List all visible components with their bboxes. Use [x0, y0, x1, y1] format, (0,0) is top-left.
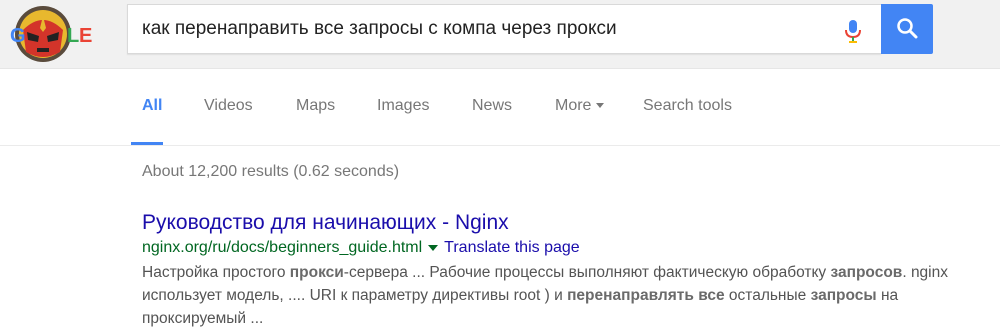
snippet-highlight: перенаправлять все	[567, 287, 725, 304]
tab-videos[interactable]: Videos	[204, 97, 253, 115]
search-input[interactable]	[142, 5, 822, 53]
snippet-highlight: запросы	[810, 287, 877, 304]
tab-search-tools[interactable]: Search tools	[643, 97, 732, 115]
search-nav-tabs: All Videos Maps Images News More Search …	[0, 69, 1000, 146]
search-result: Руководство для начинающих - Nginx nginx…	[142, 210, 962, 330]
result-url: nginx.org/ru/docs/beginners_guide.html	[142, 239, 423, 256]
tab-more-label: More	[555, 97, 592, 114]
url-dropdown-icon[interactable]	[428, 244, 439, 251]
snippet-text: Настройка простого	[142, 264, 290, 281]
snippet-highlight: прокси	[289, 264, 344, 281]
tab-images[interactable]: Images	[377, 97, 429, 115]
microphone-icon[interactable]	[845, 19, 861, 43]
translate-link[interactable]: Translate this page	[444, 239, 579, 256]
result-snippet: Настройка простого прокси-сервера ... Ра…	[142, 261, 962, 330]
search-box[interactable]	[127, 4, 881, 54]
luchador-mask-icon: G L E	[10, 6, 92, 62]
search-button[interactable]	[881, 4, 933, 54]
tab-all[interactable]: All	[142, 97, 162, 115]
chevron-down-icon	[596, 103, 605, 109]
svg-text:E: E	[79, 25, 92, 47]
svg-text:G: G	[10, 25, 26, 47]
result-stats: About 12,200 results (0.62 seconds)	[142, 163, 400, 180]
snippet-text: -сервера ... Рабочие процессы выполняют …	[343, 264, 831, 281]
snippet-highlight: запросов	[830, 264, 903, 281]
result-title-link[interactable]: Руководство для начинающих - Nginx	[142, 210, 962, 236]
search-icon	[897, 17, 918, 38]
tab-maps[interactable]: Maps	[296, 97, 335, 115]
tab-news[interactable]: News	[472, 97, 512, 115]
result-url-line: nginx.org/ru/docs/beginners_guide.html Tr…	[142, 238, 962, 258]
google-doodle-logo[interactable]: G L E	[10, 2, 102, 66]
svg-text:L: L	[67, 25, 79, 47]
active-tab-indicator	[131, 142, 163, 145]
snippet-text: остальные	[724, 287, 811, 304]
tab-more[interactable]: More	[555, 97, 605, 115]
header: G L E	[0, 0, 1000, 69]
